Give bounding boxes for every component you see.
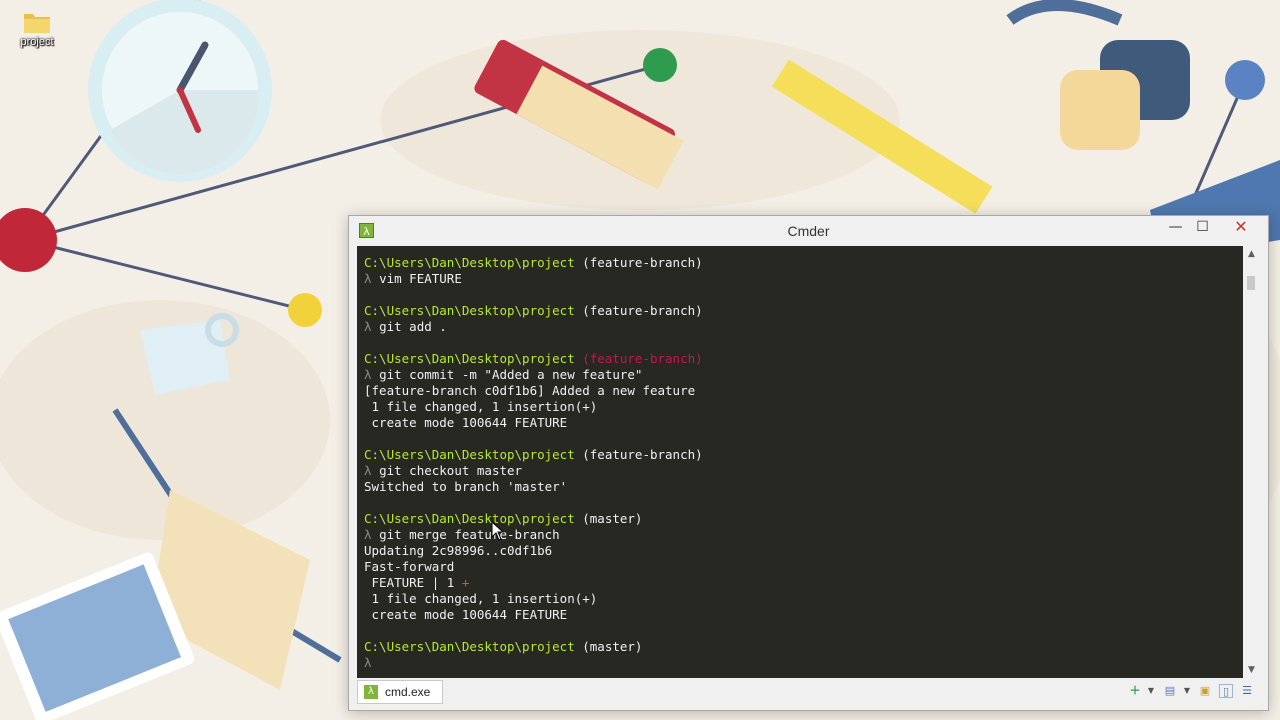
- scrollbar-thumb[interactable]: [1247, 276, 1255, 290]
- output-line: Fast-forward: [364, 559, 455, 574]
- lambda-prompt-icon: λ: [364, 527, 380, 542]
- output-line: [feature-branch c0df1b6] Added a new fea…: [364, 383, 696, 398]
- command-line: λ vim FEATURE: [364, 271, 462, 287]
- cmder-window[interactable]: λ Cmder — ☐ ✕ C:\Users\Dan\Desktop\proje…: [348, 215, 1269, 711]
- output-line: FEATURE | 1 +: [364, 575, 470, 591]
- command-line: λ git merge feature-branch: [364, 527, 560, 543]
- output-line: Updating 2c98996..c0df1b6: [364, 543, 553, 558]
- vertical-scrollbar[interactable]: ▲ ▼: [1243, 246, 1260, 678]
- scroll-down-arrow-icon[interactable]: ▼: [1243, 662, 1260, 678]
- command-line: λ git checkout master: [364, 463, 522, 479]
- command-text: git add .: [379, 319, 447, 334]
- desktop-icon-label: project: [20, 36, 54, 48]
- maximize-button[interactable]: ☐: [1189, 216, 1216, 238]
- prompt-path: C:\Users\Dan\Desktop\project: [364, 351, 575, 366]
- prompt-line: C:\Users\Dan\Desktop\project (feature-br…: [364, 303, 703, 319]
- prompt-path: C:\Users\Dan\Desktop\project: [364, 511, 575, 526]
- lambda-prompt-icon: λ: [364, 319, 380, 334]
- window-title: Cmder: [787, 223, 830, 239]
- output-line: 1 file changed, 1 insertion(+): [364, 591, 598, 606]
- prompt-path: C:\Users\Dan\Desktop\project: [364, 447, 575, 462]
- command-line: λ git add .: [364, 319, 447, 335]
- command-text: git commit -m "Added a new feature": [379, 367, 643, 382]
- scroll-up-arrow-icon[interactable]: ▲: [1243, 246, 1260, 262]
- command-text: git checkout master: [379, 463, 523, 478]
- lambda-prompt-icon: λ: [364, 271, 380, 286]
- console-output[interactable]: C:\Users\Dan\Desktop\project (feature-br…: [357, 246, 1243, 678]
- git-branch-label: (master): [582, 511, 643, 526]
- command-text: git merge feature-branch: [379, 527, 560, 542]
- close-button[interactable]: ✕: [1219, 216, 1263, 238]
- output-line: Switched to branch 'master': [364, 479, 568, 494]
- dropdown-icon[interactable]: ▼: [1144, 684, 1158, 698]
- folder-icon: [23, 10, 51, 34]
- prompt-path: C:\Users\Dan\Desktop\project: [364, 303, 575, 318]
- git-branch-label: (feature-branch): [582, 447, 703, 462]
- layout-icon[interactable]: ▤: [1163, 684, 1177, 698]
- lambda-prompt-icon: λ: [364, 655, 380, 670]
- mouse-cursor-icon: [491, 521, 505, 541]
- prompt-path: C:\Users\Dan\Desktop\project: [364, 255, 575, 270]
- git-branch-label: (master): [582, 639, 643, 654]
- minimize-button[interactable]: —: [1162, 216, 1189, 238]
- output-line: create mode 100644 FEATURE: [364, 415, 568, 430]
- lambda-prompt-icon: λ: [364, 367, 380, 382]
- console-tab[interactable]: λ cmd.exe: [357, 680, 443, 704]
- lock-icon[interactable]: ▣: [1198, 684, 1212, 698]
- tab-label: cmd.exe: [385, 685, 431, 699]
- git-branch-label: (feature-branch): [582, 255, 703, 270]
- lambda-prompt-icon: λ: [364, 463, 380, 478]
- dropdown-icon[interactable]: ▼: [1180, 684, 1194, 698]
- git-branch-label: (feature-branch): [582, 351, 703, 366]
- command-text: vim FEATURE: [379, 271, 462, 286]
- output-line: create mode 100644 FEATURE: [364, 607, 568, 622]
- prompt-line: C:\Users\Dan\Desktop\project (feature-br…: [364, 447, 703, 463]
- git-branch-label: (feature-branch): [582, 303, 703, 318]
- title-bar[interactable]: λ Cmder — ☐ ✕: [349, 216, 1268, 246]
- prompt-line: C:\Users\Dan\Desktop\project (master): [364, 639, 642, 655]
- desktop-icon-project[interactable]: project: [12, 6, 62, 48]
- command-line: λ git commit -m "Added a new feature": [364, 367, 642, 383]
- output-line: 1 file changed, 1 insertion(+): [364, 399, 598, 414]
- menu-icon[interactable]: ☰: [1240, 684, 1254, 698]
- prompt-line: C:\Users\Dan\Desktop\project (feature-br…: [364, 351, 703, 367]
- status-bar: λ cmd.exe ＋ ▼ ▤ ▼ ▣ ▯ ☰: [357, 680, 1260, 704]
- command-line: λ: [364, 655, 379, 671]
- lambda-tab-icon: λ: [364, 685, 378, 699]
- diffstat-text: FEATURE | 1: [364, 575, 462, 590]
- split-icon[interactable]: ▯: [1219, 684, 1233, 698]
- diffstat-plus: +: [461, 575, 470, 590]
- prompt-line: C:\Users\Dan\Desktop\project (feature-br…: [364, 255, 703, 271]
- prompt-path: C:\Users\Dan\Desktop\project: [364, 639, 575, 654]
- add-console-icon[interactable]: ＋: [1128, 684, 1142, 698]
